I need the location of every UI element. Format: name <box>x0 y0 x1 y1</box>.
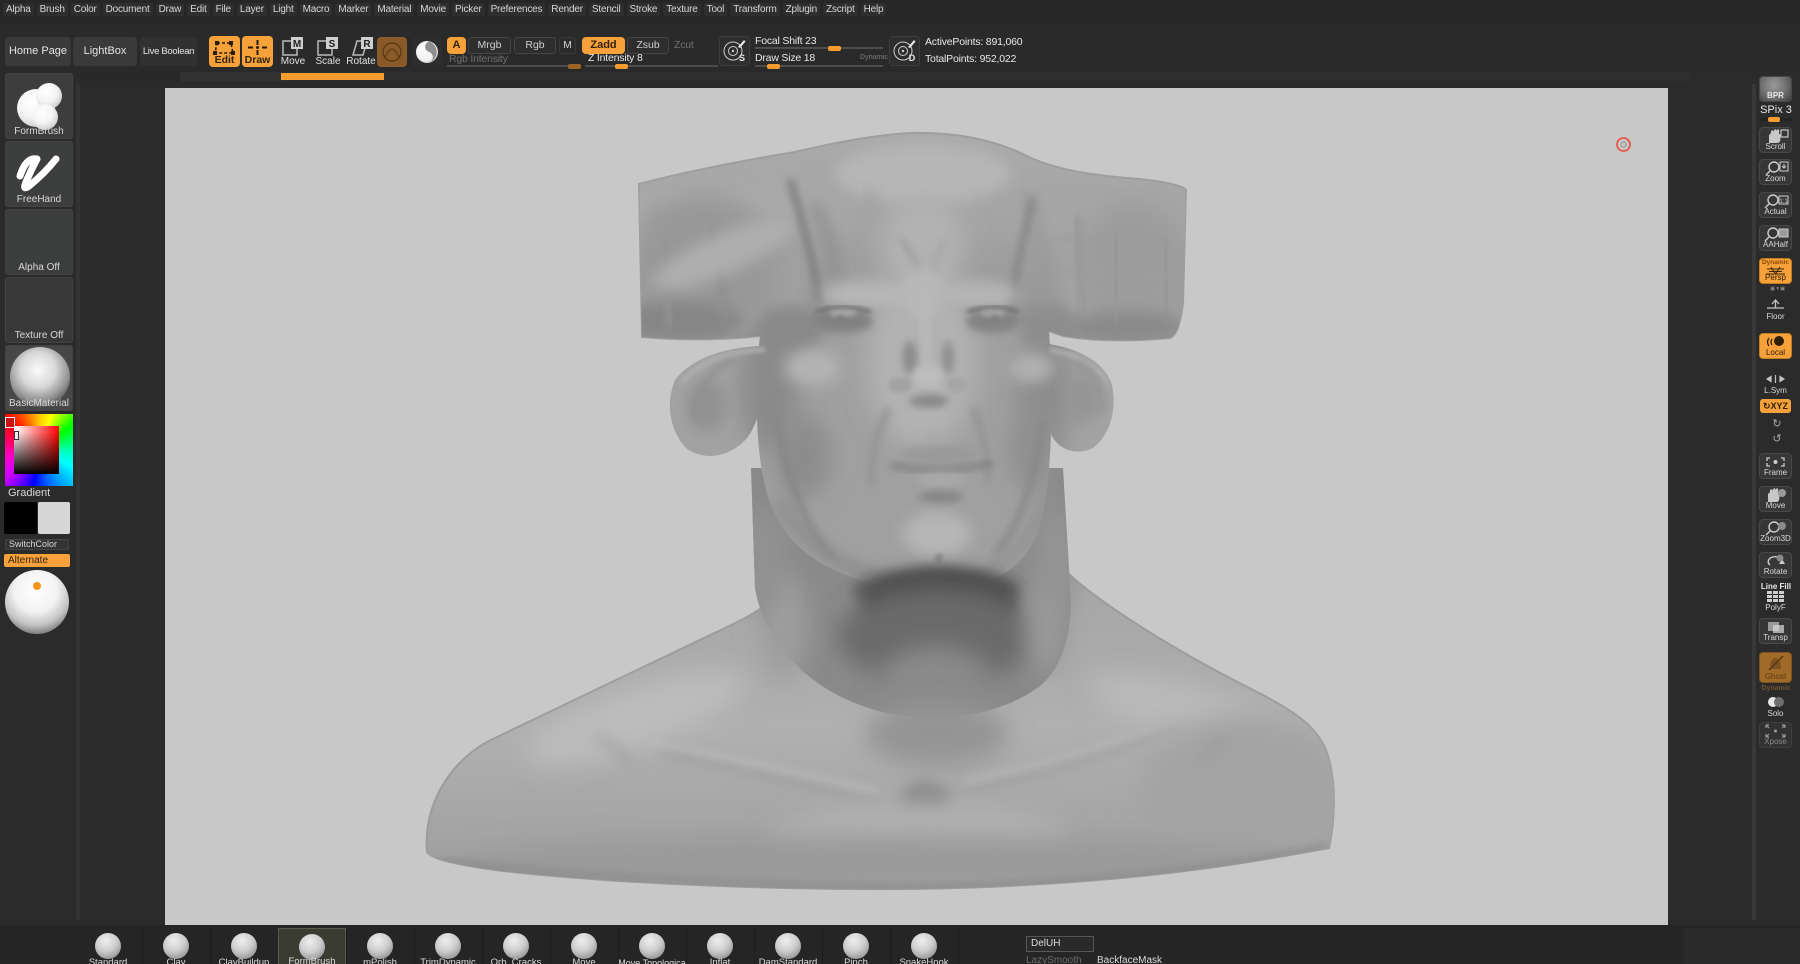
svg-text:S: S <box>329 39 336 50</box>
svg-text:D: D <box>909 53 916 63</box>
svg-text:R: R <box>363 39 371 50</box>
svg-text:S: S <box>739 53 745 63</box>
svg-text:M: M <box>293 39 301 50</box>
svg-text:1:1: 1:1 <box>1779 199 1788 205</box>
